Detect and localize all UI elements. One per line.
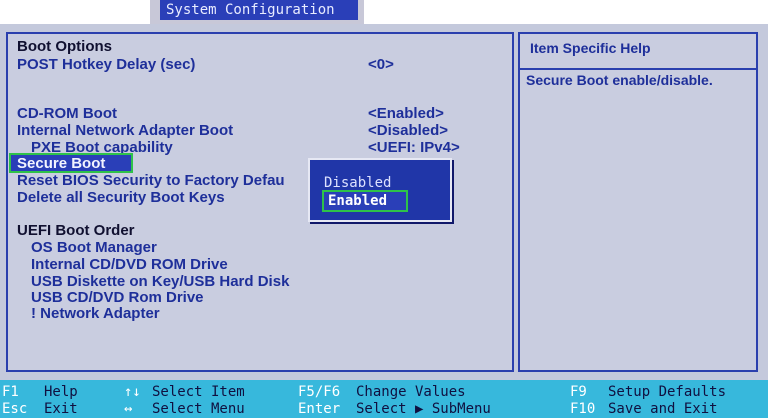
f5f6-key: F5/F6 <box>298 384 341 400</box>
f10-key: F10 <box>570 401 596 417</box>
help-title: Item Specific Help <box>530 40 651 56</box>
footer-keys: F1 Help Esc Exit ↑↓ Select Item ↔ Select… <box>0 380 768 418</box>
boot-order-item[interactable]: Internal CD/DVD ROM Drive <box>31 256 228 273</box>
help-text: Secure Boot enable/disable. <box>526 72 713 88</box>
f1-help-hint[interactable]: Help <box>44 384 78 400</box>
post-hotkey-delay-value[interactable]: <0> <box>368 56 394 73</box>
delete-security-keys-item[interactable]: Delete all Security Boot Keys <box>17 189 225 206</box>
secure-boot-options-popup: Disabled Enabled <box>308 158 452 222</box>
boot-options-heading: Boot Options <box>17 38 112 55</box>
network-adapter-boot-value[interactable]: <Disabled> <box>368 122 448 139</box>
pxe-boot-value[interactable]: <UEFI: IPv4> <box>368 139 460 156</box>
left-right-arrow-icon: ↔ <box>124 401 133 417</box>
uefi-boot-order-heading: UEFI Boot Order <box>17 222 135 239</box>
boot-order-item[interactable]: USB CD/DVD Rom Drive <box>31 289 204 306</box>
boot-order-item[interactable]: ! Network Adapter <box>31 305 160 322</box>
save-and-exit-hint[interactable]: Save and Exit <box>608 401 718 417</box>
esc-exit-hint[interactable]: Exit <box>44 401 78 417</box>
secure-boot-item[interactable]: Secure Boot <box>9 153 133 173</box>
cdrom-boot-item[interactable]: CD-ROM Boot <box>17 105 117 122</box>
network-adapter-boot-item[interactable]: Internal Network Adapter Boot <box>17 122 233 139</box>
f9-key: F9 <box>570 384 587 400</box>
enter-key: Enter <box>298 401 341 417</box>
reset-bios-security-item[interactable]: Reset BIOS Security to Factory Defau <box>17 172 285 189</box>
option-enabled-label: Enabled <box>328 193 388 209</box>
select-item-hint[interactable]: Select Item <box>152 384 245 400</box>
tab-system-configuration[interactable]: System Configuration <box>160 0 358 20</box>
boot-order-item[interactable]: OS Boot Manager <box>31 239 157 256</box>
esc-key: Esc <box>2 401 28 417</box>
select-menu-hint[interactable]: Select Menu <box>152 401 245 417</box>
setup-defaults-hint[interactable]: Setup Defaults <box>608 384 726 400</box>
f1-key: F1 <box>2 384 19 400</box>
up-down-arrows-icon: ↑↓ <box>124 384 141 400</box>
boot-order-item[interactable]: USB Diskette on Key/USB Hard Disk <box>31 273 289 290</box>
select-submenu-hint[interactable]: Select ▶ SubMenu <box>356 401 491 417</box>
post-hotkey-delay-item[interactable]: POST Hotkey Delay (sec) <box>17 56 195 73</box>
top-bar: System Configuration <box>0 0 768 24</box>
change-values-hint[interactable]: Change Values <box>356 384 466 400</box>
option-enabled[interactable]: Enabled <box>322 190 408 212</box>
secure-boot-label: Secure Boot <box>17 155 106 172</box>
cdrom-boot-value[interactable]: <Enabled> <box>368 105 444 122</box>
